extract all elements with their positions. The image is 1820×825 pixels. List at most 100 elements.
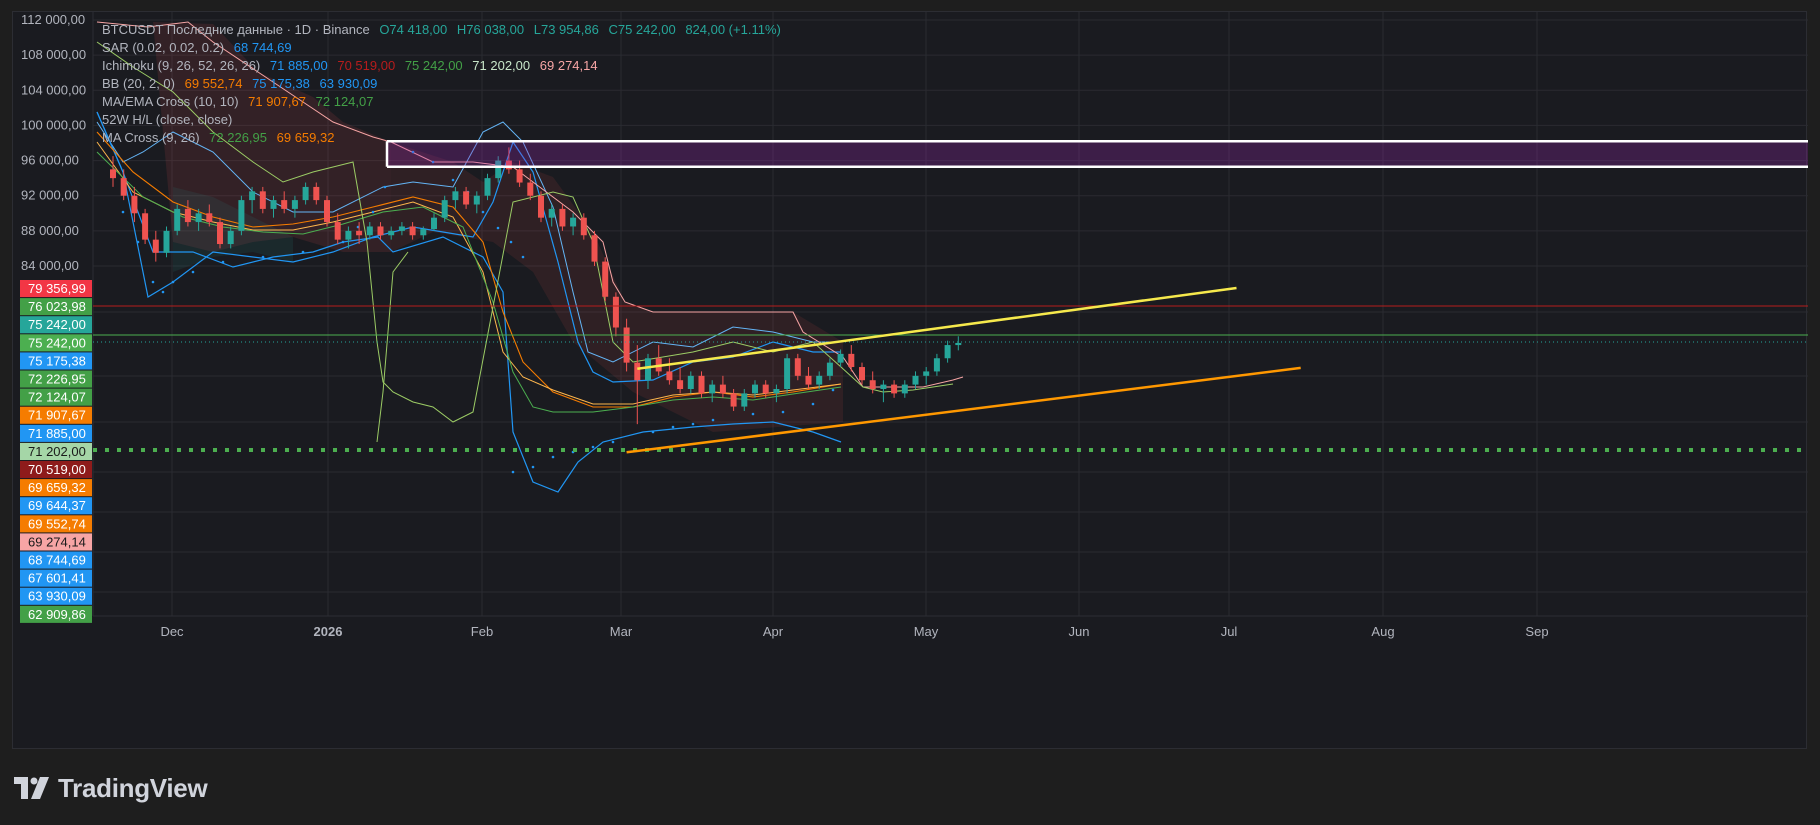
legend-ema-cross[interactable]: MA/EMA Cross (10, 10) 71 907,67 72 124,0… — [102, 94, 373, 109]
candle-body — [291, 200, 298, 209]
price-tag-label: 75 242,00 — [28, 317, 86, 332]
candle-body — [441, 200, 448, 218]
candle-body — [955, 342, 962, 346]
price-tag: 69 659,32 — [20, 479, 92, 497]
candle-body — [666, 371, 673, 381]
candle-body — [709, 384, 716, 394]
candle-body — [345, 230, 352, 240]
candle-body — [773, 389, 780, 394]
price-tag: 72 226,95 — [20, 370, 92, 388]
tradingview-brand: TradingView — [58, 772, 208, 803]
price-tag-label: 68 744,69 — [28, 553, 86, 568]
candle-body — [324, 200, 330, 223]
price-tag-label: 71 202,00 — [28, 444, 86, 459]
time-axis-label: 2026 — [314, 624, 343, 639]
price-tag-label: 75 175,38 — [28, 353, 86, 368]
price-axis[interactable]: 112 000,00 108 000,00 104 000,00 100 000,00… — [21, 12, 86, 273]
price-axis-label: 84 000,00 — [21, 258, 79, 273]
time-axis[interactable]: Dec 2026 Feb Mar Apr May Jun Jul Aug Sep — [160, 624, 1548, 639]
indicator-legend[interactable]: BTCUSDT Последние данные · 1D · Binance … — [102, 22, 781, 145]
candle-body — [409, 226, 416, 236]
candle-body — [612, 296, 619, 328]
candle-body — [923, 371, 930, 376]
price-axis-label: 108 000,00 — [21, 47, 86, 62]
candle-body — [784, 358, 791, 389]
price-axis-label: 92 000,00 — [21, 188, 79, 203]
price-tag: 67 601,41 — [20, 569, 92, 587]
candle-body — [805, 375, 812, 385]
time-axis-label: May — [914, 624, 939, 639]
candle-body — [848, 353, 855, 368]
candle-body — [516, 169, 523, 183]
candle-body — [687, 375, 694, 389]
price-tag: 62 909,86 — [20, 605, 92, 623]
price-axis-label: 88 000,00 — [21, 223, 79, 238]
candle-body — [174, 208, 181, 231]
candle-body — [356, 230, 363, 236]
price-tag-label: 72 124,07 — [28, 390, 86, 405]
price-tag-label: 69 274,14 — [28, 534, 86, 549]
candle-body — [591, 235, 598, 262]
price-chart[interactable]: 112 000,00 108 000,00 104 000,00 100 000,00… — [13, 12, 1808, 750]
time-axis-label: Jul — [1221, 624, 1238, 639]
legend-ichimoku[interactable]: Ichimoku (9, 26, 52, 26, 26) 71 885,00 7… — [102, 58, 598, 73]
candle-body — [559, 208, 566, 227]
time-axis-label: Mar — [610, 624, 633, 639]
price-axis-label: 104 000,00 — [21, 82, 86, 97]
candle-body — [933, 358, 940, 372]
price-tag: 71 907,67 — [20, 406, 92, 424]
candle-body — [270, 200, 277, 209]
candle-body — [912, 375, 919, 385]
candle-body — [238, 200, 245, 231]
candle-body — [741, 393, 748, 407]
legend-symbol-line[interactable]: BTCUSDT Последние данные · 1D · Binance … — [102, 22, 781, 37]
candle-body — [420, 229, 427, 236]
time-axis-label: Jun — [1069, 624, 1090, 639]
price-tag-label: 71 885,00 — [28, 426, 86, 441]
candle-body — [816, 375, 823, 385]
legend-bb[interactable]: BB (20, 2, 0) 69 552,74 75 175,38 63 930… — [102, 76, 377, 91]
price-tags: 79 356,99 76 023,98 75 242,00 75 242,00 75 1… — [20, 280, 92, 623]
time-axis-label: Apr — [763, 624, 784, 639]
candle-body — [538, 195, 544, 218]
price-tag: 75 175,38 — [20, 352, 92, 370]
legend-52w-hl[interactable]: 52W H/L (close, close) — [102, 112, 232, 127]
candle-body — [901, 384, 908, 394]
candle-body — [431, 217, 437, 230]
candle-body — [634, 362, 641, 381]
price-tag-label: 69 552,74 — [28, 516, 86, 531]
candle-body — [366, 226, 373, 236]
candle-body — [580, 217, 587, 236]
candle-body — [826, 362, 833, 376]
brand-footer[interactable]: TradingView — [14, 772, 208, 804]
candle-body — [859, 367, 865, 381]
chart-frame[interactable]: 112 000,00 108 000,00 104 000,00 100 000,00… — [12, 11, 1808, 750]
legend-ma-cross[interactable]: MA Cross (9, 26) 72 226,95 69 659,32 — [102, 130, 334, 145]
price-tag: 63 930,09 — [20, 587, 92, 605]
time-axis-label: Feb — [471, 624, 493, 639]
tradingview-logo-icon — [14, 777, 49, 799]
price-tag-label: 79 356,99 — [28, 281, 86, 296]
price-tag-label: 62 909,86 — [28, 607, 86, 622]
price-tag: 76 023,98 — [20, 298, 92, 316]
candle-body — [206, 213, 213, 223]
candle-body — [131, 195, 138, 214]
candle-body — [698, 375, 705, 394]
legend-sar[interactable]: SAR (0.02, 0.02, 0.2) 68 744,69 — [102, 40, 292, 55]
candle-body — [110, 169, 116, 179]
price-tag-label: 72 226,95 — [28, 372, 86, 387]
candle-body — [645, 358, 651, 381]
candle-body — [259, 191, 266, 209]
candle-body — [837, 353, 844, 363]
candle-body — [473, 195, 480, 205]
candle-body — [281, 200, 288, 209]
price-tag: 75 242,00 — [20, 334, 92, 352]
candle-body — [527, 182, 534, 196]
price-tag-label: 75 242,00 — [28, 335, 86, 350]
candle-body — [152, 239, 159, 253]
price-tag-label: 69 644,37 — [28, 498, 86, 513]
candle-body — [163, 230, 170, 253]
price-tag-label: 76 023,98 — [28, 299, 86, 314]
candle-body — [388, 230, 395, 236]
time-axis-label: Aug — [1371, 624, 1394, 639]
